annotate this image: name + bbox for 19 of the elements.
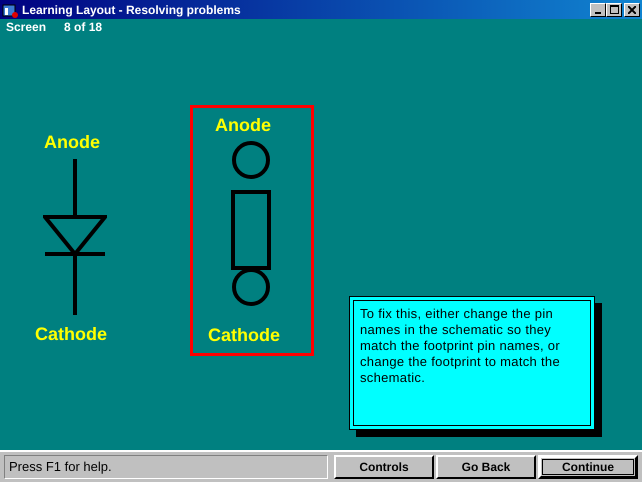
nav-button[interactable]: Continue xyxy=(538,455,638,479)
pin-label: Cathode xyxy=(35,324,107,345)
pin-label: Anode xyxy=(44,132,100,153)
maximize-button[interactable] xyxy=(606,2,622,16)
maximize-icon xyxy=(610,5,618,14)
app-icon xyxy=(2,2,18,18)
nav-button[interactable]: Controls xyxy=(334,455,434,479)
screen-counter: 8 of 18 xyxy=(64,20,102,34)
note-text: To fix this, either change the pin names in the schematic so they match the footprint pin names, or change the footprint to match the schematic. xyxy=(360,306,561,386)
minimize-button[interactable] xyxy=(590,2,606,16)
nav-button[interactable]: Go Back xyxy=(436,455,536,479)
screen-label: Screen xyxy=(6,20,46,34)
window-title: Learning Layout - Resolving problems xyxy=(22,2,242,16)
pin-label: Cathode xyxy=(208,325,280,346)
close-icon xyxy=(628,6,636,14)
status-text: Press F1 for help. xyxy=(4,455,328,479)
pin-label: Anode xyxy=(215,115,271,136)
close-button[interactable] xyxy=(624,2,640,16)
minimize-icon xyxy=(595,12,601,14)
